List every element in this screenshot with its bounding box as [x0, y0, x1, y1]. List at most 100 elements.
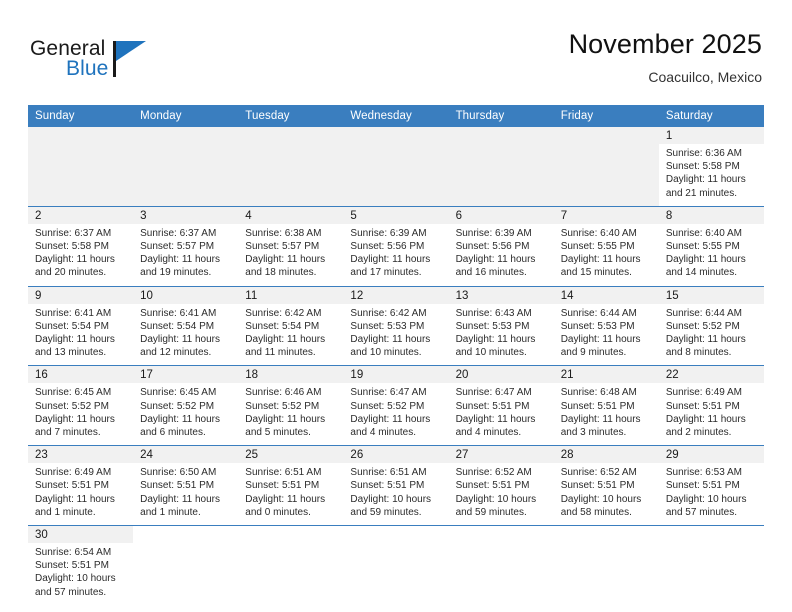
daylight-text-line1: Daylight: 11 hours	[245, 413, 326, 425]
brand-logo[interactable]: General Blue	[30, 28, 180, 90]
calendar-day-cell[interactable]: 4 Sunrise: 6:38 AM Sunset: 5:57 PM Daylight…	[238, 205, 344, 287]
calendar-day-cell[interactable]: 30 Sunrise: 6:54 AM Sunset: 5:51 PM Dayligh…	[28, 525, 134, 605]
daylight-text-line1: Daylight: 11 hours	[665, 254, 746, 266]
sunrise-text: Sunrise: 6:38 AM	[245, 227, 322, 239]
sunset-text: Sunset: 5:53 PM	[560, 320, 635, 332]
sunset-text: Sunset: 5:55 PM	[665, 241, 740, 253]
calendar-day-cell[interactable]: 9 Sunrise: 6:41 AM Sunset: 5:54 PM Daylight…	[28, 285, 134, 366]
weekday-header-wednesday: Wednesday	[343, 105, 449, 127]
day-details: Sunrise: 6:49 AM Sunset: 5:51 PM Daylight:…	[28, 463, 133, 525]
calendar-day-cell[interactable]: 8 Sunrise: 6:40 AM Sunset: 5:55 PM Daylight…	[658, 205, 764, 287]
calendar-day-cell[interactable]: 23 Sunrise: 6:49 AM Sunset: 5:51 PM Dayligh…	[28, 445, 134, 526]
calendar-day-cell[interactable]: 18 Sunrise: 6:46 AM Sunset: 5:52 PM Dayligh…	[238, 365, 344, 446]
calendar-day-cell[interactable]: 15 Sunrise: 6:44 AM Sunset: 5:52 PM Dayligh…	[658, 285, 764, 366]
daylight-text-line1: Daylight: 11 hours	[665, 413, 746, 425]
daylight-text-line2: and 17 minutes.	[350, 267, 422, 279]
calendar-week-row: 1 Sunrise: 6:36 AM Sunset: 5:58 PM Daylight…	[28, 127, 764, 207]
calendar-day-cell[interactable]: 12 Sunrise: 6:42 AM Sunset: 5:53 PM Dayligh…	[343, 285, 449, 366]
daylight-text-line2: and 57 minutes.	[35, 586, 107, 598]
sunset-text: Sunset: 5:52 PM	[245, 400, 320, 412]
weekday-header-friday: Friday	[553, 105, 659, 127]
daylight-text-line2: and 1 minute.	[140, 506, 201, 518]
daylight-text-line1: Daylight: 11 hours	[245, 254, 326, 266]
weekday-header-row: Sunday Monday Tuesday Wednesday Thursday…	[28, 105, 764, 127]
day-number: 25	[238, 446, 344, 464]
sunrise-text: Sunrise: 6:49 AM	[665, 387, 742, 399]
sunrise-text: Sunrise: 6:52 AM	[560, 467, 637, 479]
day-number: 23	[28, 446, 134, 464]
daylight-text-line2: and 13 minutes.	[35, 347, 107, 359]
calendar-day-cell[interactable]: 3 Sunrise: 6:37 AM Sunset: 5:57 PM Daylight…	[133, 205, 239, 287]
calendar-cell-blank	[343, 525, 449, 605]
day-details: Sunrise: 6:45 AM Sunset: 5:52 PM Daylight:…	[133, 383, 238, 445]
weekday-header-monday: Monday	[133, 105, 239, 127]
calendar-day-cell[interactable]: 7 Sunrise: 6:40 AM Sunset: 5:55 PM Daylight…	[553, 205, 659, 287]
sunrise-text: Sunrise: 6:42 AM	[245, 307, 322, 319]
calendar-cell-blank	[133, 525, 239, 605]
logo-triangle-icon	[116, 41, 146, 61]
sunset-text: Sunset: 5:52 PM	[665, 320, 740, 332]
day-number: 8	[658, 206, 764, 224]
sunrise-text: Sunrise: 6:39 AM	[455, 227, 532, 239]
daylight-text-line2: and 14 minutes.	[665, 267, 738, 279]
calendar-day-cell[interactable]: 26 Sunrise: 6:51 AM Sunset: 5:51 PM Dayligh…	[343, 445, 449, 526]
calendar-day-cell[interactable]: 5 Sunrise: 6:39 AM Sunset: 5:56 PM Daylight…	[343, 205, 449, 287]
calendar-day-cell[interactable]: 11 Sunrise: 6:42 AM Sunset: 5:54 PM Dayligh…	[238, 285, 344, 366]
daylight-text-line2: and 7 minutes.	[35, 427, 101, 439]
calendar-day-cell[interactable]: 20 Sunrise: 6:47 AM Sunset: 5:51 PM Dayligh…	[448, 365, 554, 446]
day-details: Sunrise: 6:40 AM Sunset: 5:55 PM Daylight:…	[659, 224, 764, 286]
calendar-day-cell[interactable]: 27 Sunrise: 6:52 AM Sunset: 5:51 PM Dayligh…	[448, 445, 554, 526]
day-number: 26	[343, 446, 449, 464]
sunrise-text: Sunrise: 6:44 AM	[560, 307, 637, 319]
daylight-text-line2: and 58 minutes.	[560, 506, 632, 518]
daylight-text-line2: and 57 minutes.	[665, 506, 738, 518]
day-number: 24	[133, 446, 239, 464]
calendar-day-cell[interactable]: 6 Sunrise: 6:39 AM Sunset: 5:56 PM Daylight…	[448, 205, 554, 287]
weekday-header-thursday: Thursday	[448, 105, 554, 127]
calendar-day-cell[interactable]: 28 Sunrise: 6:52 AM Sunset: 5:51 PM Dayligh…	[553, 445, 659, 526]
daylight-text-line2: and 4 minutes.	[455, 427, 522, 439]
daylight-text-line1: Daylight: 11 hours	[455, 413, 536, 425]
sunset-text: Sunset: 5:58 PM	[35, 241, 109, 253]
daylight-text-line1: Daylight: 11 hours	[35, 334, 115, 346]
calendar-day-cell[interactable]: 21 Sunrise: 6:48 AM Sunset: 5:51 PM Dayligh…	[553, 365, 659, 446]
calendar-day-cell[interactable]: 17 Sunrise: 6:45 AM Sunset: 5:52 PM Dayligh…	[133, 365, 239, 446]
calendar-day-cell[interactable]: 13 Sunrise: 6:43 AM Sunset: 5:53 PM Dayligh…	[448, 285, 554, 366]
sunset-text: Sunset: 5:56 PM	[350, 241, 425, 253]
daylight-text-line2: and 59 minutes.	[455, 506, 527, 518]
calendar-day-cell[interactable]: 14 Sunrise: 6:44 AM Sunset: 5:53 PM Dayligh…	[553, 285, 659, 366]
sunrise-text: Sunrise: 6:37 AM	[35, 227, 112, 239]
sunrise-text: Sunrise: 6:40 AM	[560, 227, 637, 239]
calendar-day-cell[interactable]: 24 Sunrise: 6:50 AM Sunset: 5:51 PM Dayligh…	[133, 445, 239, 526]
sunset-text: Sunset: 5:57 PM	[140, 241, 215, 253]
daylight-text-line2: and 19 minutes.	[140, 267, 212, 279]
day-number: 2	[28, 206, 134, 224]
calendar-day-cell[interactable]: 16 Sunrise: 6:45 AM Sunset: 5:52 PM Dayligh…	[28, 365, 134, 446]
title-block: November 2025 Coacuilco, Mexico	[569, 28, 762, 87]
sunset-text: Sunset: 5:54 PM	[35, 320, 109, 332]
day-details: Sunrise: 6:50 AM Sunset: 5:51 PM Daylight:…	[133, 463, 238, 525]
calendar-day-cell[interactable]: 22 Sunrise: 6:49 AM Sunset: 5:51 PM Dayligh…	[658, 365, 764, 446]
day-number: 21	[553, 366, 659, 384]
day-number: 29	[658, 446, 764, 464]
sunrise-text: Sunrise: 6:46 AM	[245, 387, 322, 399]
calendar-day-cell[interactable]: 10 Sunrise: 6:41 AM Sunset: 5:54 PM Dayligh…	[133, 285, 239, 366]
day-details: Sunrise: 6:47 AM Sunset: 5:52 PM Daylight:…	[343, 383, 448, 445]
day-number: 16	[28, 366, 134, 384]
daylight-text-line2: and 5 minutes.	[245, 427, 311, 439]
daylight-text-line1: Daylight: 11 hours	[245, 493, 326, 505]
sunset-text: Sunset: 5:52 PM	[350, 400, 425, 412]
day-details: Sunrise: 6:52 AM Sunset: 5:51 PM Daylight:…	[449, 463, 554, 525]
calendar-body: 1 Sunrise: 6:36 AM Sunset: 5:58 PM Daylight…	[28, 127, 764, 605]
calendar-day-cell[interactable]: 19 Sunrise: 6:47 AM Sunset: 5:52 PM Dayligh…	[343, 365, 449, 446]
day-details: Sunrise: 6:37 AM Sunset: 5:58 PM Daylight:…	[28, 224, 133, 286]
page-header: General Blue November 2025 Coacuilco, Me…	[0, 28, 792, 104]
day-number: 19	[343, 366, 449, 384]
calendar-day-cell[interactable]: 2 Sunrise: 6:37 AM Sunset: 5:58 PM Daylight…	[28, 205, 134, 287]
calendar-day-cell[interactable]: 29 Sunrise: 6:53 AM Sunset: 5:51 PM Dayligh…	[658, 445, 764, 526]
day-number: 12	[343, 286, 449, 304]
sunrise-text: Sunrise: 6:53 AM	[665, 467, 742, 479]
calendar-day-cell[interactable]: 25 Sunrise: 6:51 AM Sunset: 5:51 PM Dayligh…	[238, 445, 344, 526]
calendar-day-cell[interactable]: 1 Sunrise: 6:36 AM Sunset: 5:58 PM Daylight…	[658, 127, 764, 207]
day-details: Sunrise: 6:48 AM Sunset: 5:51 PM Daylight:…	[554, 383, 659, 445]
